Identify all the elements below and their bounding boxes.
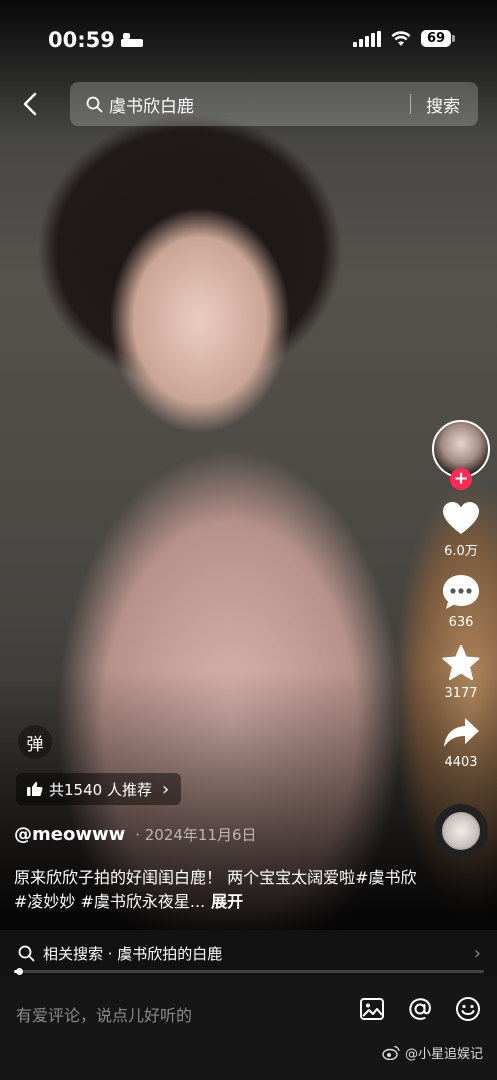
comment-button[interactable]: 636 xyxy=(441,573,481,630)
progress-handle[interactable] xyxy=(15,968,23,975)
comment-count: 636 xyxy=(448,615,474,630)
danmaku-toggle[interactable]: 弹 xyxy=(18,725,52,759)
thumbs-up-icon xyxy=(27,782,43,796)
video-progress-bar[interactable] xyxy=(14,968,484,975)
follow-button[interactable]: + xyxy=(450,468,472,490)
star-icon xyxy=(442,645,480,680)
status-bar: 00:59 69 xyxy=(0,0,497,80)
post-description: 原来欣欣子拍的好闺闺白鹿！ 两个宝宝太阔爱啦#虞书欣 #凌妙妙 #虞书欣永夜星.… xyxy=(14,868,417,911)
share-arrow-icon xyxy=(444,718,479,747)
action-rail: + 6.0万 636 3177 4403 xyxy=(431,420,491,858)
author-name[interactable]: @meowww xyxy=(14,824,125,845)
emoji-icon[interactable] xyxy=(455,996,481,1022)
search-icon xyxy=(86,96,103,112)
favorite-count: 3177 xyxy=(444,686,478,701)
expand-button[interactable]: 展开 xyxy=(211,892,243,911)
cellular-signal-icon xyxy=(353,30,381,47)
image-picker-icon[interactable] xyxy=(359,996,385,1022)
chevron-right-icon: › xyxy=(473,942,481,964)
favorite-button[interactable]: 3177 xyxy=(441,644,481,701)
search-query: 虞书欣白鹿 xyxy=(109,96,194,117)
weibo-logo-icon xyxy=(382,1045,400,1060)
search-icon xyxy=(18,945,35,961)
share-button[interactable]: 4403 xyxy=(441,715,481,770)
recommend-label: 共1540 人推荐 xyxy=(49,780,152,799)
search-header: 虞书欣白鹿 搜索 xyxy=(0,80,497,128)
watermark: @小星追娱记 xyxy=(382,1043,483,1062)
back-arrow-icon[interactable] xyxy=(20,92,42,116)
recommend-pill[interactable]: 共1540 人推荐 › xyxy=(16,773,182,805)
comment-input[interactable]: 有爱评论，说点儿好听的 xyxy=(16,1002,192,1026)
like-button[interactable]: 6.0万 xyxy=(441,500,481,559)
post-author-line: @meowww · 2024年11月6日 xyxy=(14,824,257,845)
status-time: 00:59 xyxy=(48,28,143,52)
search-button[interactable]: 搜索 xyxy=(411,92,478,117)
battery-indicator: 69 xyxy=(421,30,455,47)
sleep-mode-icon xyxy=(120,33,143,47)
mention-icon[interactable] xyxy=(407,996,433,1022)
post-date: · 2024年11月6日 xyxy=(135,826,257,844)
search-input[interactable]: 虞书欣白鹿 搜索 xyxy=(70,82,478,126)
chevron-right-icon: › xyxy=(161,778,170,800)
share-count: 4403 xyxy=(444,755,478,770)
like-count: 6.0万 xyxy=(444,544,478,559)
comment-bar: 有爱评论，说点儿好听的 @小星追娱记 xyxy=(0,976,497,1080)
comment-bubble-icon xyxy=(443,575,479,609)
related-search-label: 相关搜索 · 虞书欣拍的白鹿 xyxy=(43,944,223,963)
author-avatar[interactable]: + xyxy=(432,420,490,490)
wifi-icon xyxy=(391,30,411,46)
heart-icon xyxy=(443,502,479,534)
music-disc-icon[interactable] xyxy=(434,804,488,858)
